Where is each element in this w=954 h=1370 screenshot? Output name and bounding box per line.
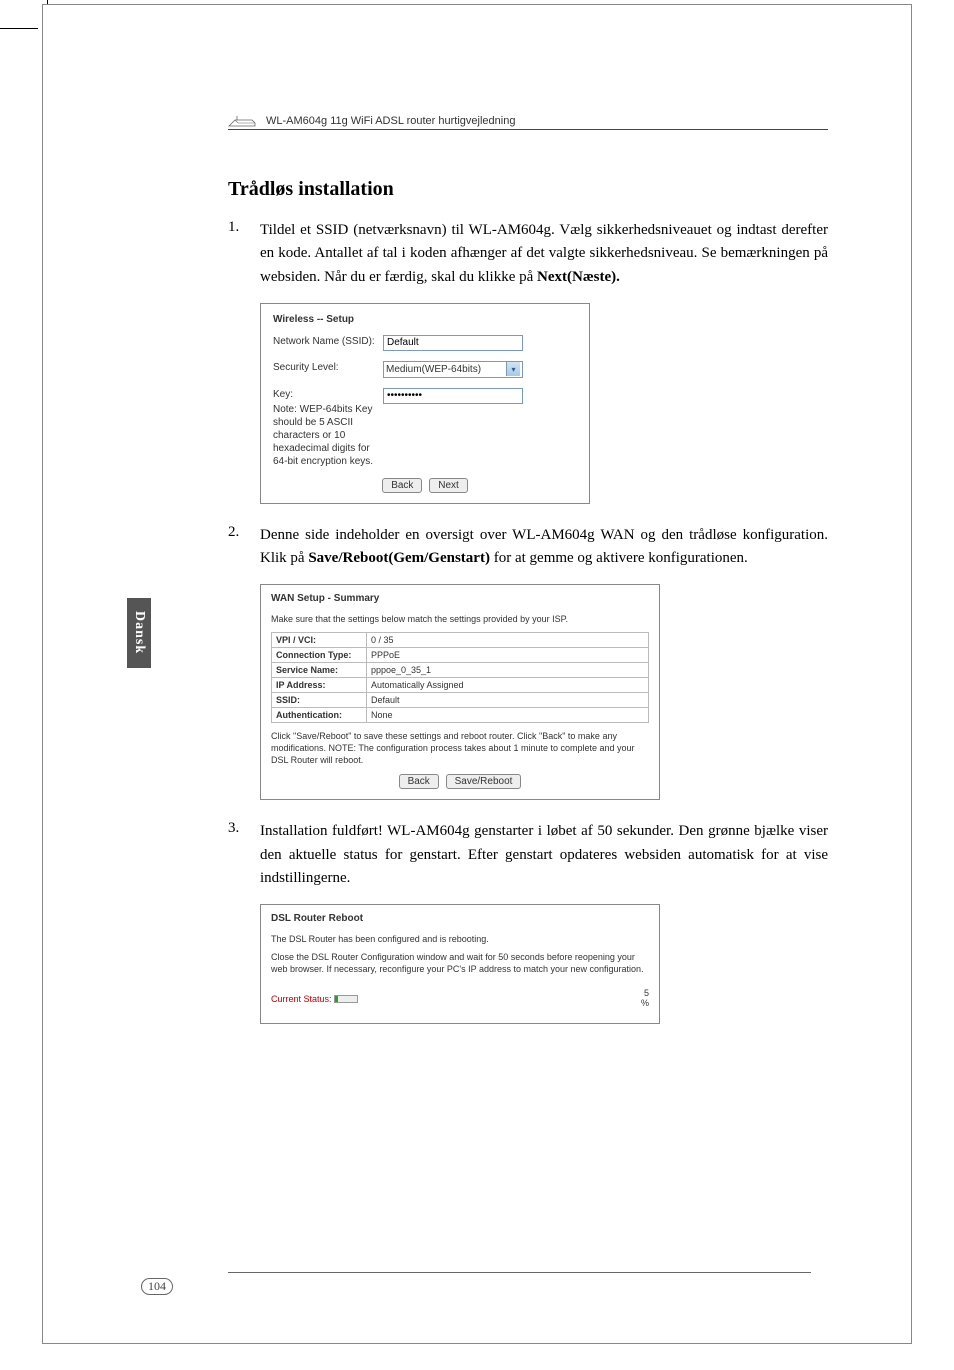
- cell-val: Default: [367, 693, 649, 708]
- percent-symbol: %: [641, 998, 649, 1008]
- status-percent: 5 %: [641, 989, 649, 1009]
- table-row: Connection Type:PPPoE: [272, 648, 649, 663]
- cell-val: PPPoE: [367, 648, 649, 663]
- step-text-bold: Save/Reboot(Gem/Genstart): [308, 550, 490, 566]
- save-reboot-button[interactable]: Save/Reboot: [446, 774, 522, 789]
- back-button[interactable]: Back: [382, 478, 422, 493]
- step-text: Tildel et SSID (netværksnavn) til WL-AM6…: [260, 219, 828, 289]
- key-note: Note: WEP-64bits Key should be 5 ASCII c…: [273, 403, 383, 468]
- progress-fill: [335, 996, 339, 1002]
- cell-key: SSID:: [272, 693, 367, 708]
- panel-title: DSL Router Reboot: [271, 913, 649, 924]
- step-text-tail: for at gemme og aktivere konfigurationen…: [490, 550, 748, 566]
- reboot-panel: DSL Router Reboot The DSL Router has bee…: [260, 904, 660, 1024]
- step-3: 3. Installation fuldført! WL-AM604g gens…: [228, 820, 828, 890]
- footer-rule: [228, 1272, 811, 1273]
- cell-key: Connection Type:: [272, 648, 367, 663]
- ssid-input[interactable]: [383, 335, 523, 351]
- page-header: WL-AM604g 11g WiFi ADSL router hurtigvej…: [228, 115, 828, 130]
- back-button[interactable]: Back: [399, 774, 439, 789]
- key-label: Key: Note: WEP-64bits Key should be 5 AS…: [273, 388, 383, 468]
- cell-val: 0 / 35: [367, 633, 649, 648]
- step-1: 1. Tildel et SSID (netværksnavn) til WL-…: [228, 219, 828, 289]
- summary-table: VPI / VCI:0 / 35 Connection Type:PPPoE S…: [271, 632, 649, 723]
- panel-footnote: Click "Save/Reboot" to save these settin…: [271, 731, 649, 766]
- status-row: Current Status: 5 %: [271, 989, 649, 1009]
- reboot-message: Close the DSL Router Configuration windo…: [271, 952, 649, 975]
- page-content: WL-AM604g 11g WiFi ADSL router hurtigvej…: [228, 115, 828, 1024]
- step-text-body: Installation fuldført! WL-AM604g genstar…: [260, 823, 828, 886]
- cell-key: Authentication:: [272, 708, 367, 723]
- cell-key: VPI / VCI:: [272, 633, 367, 648]
- panel-title: Wireless -- Setup: [273, 314, 577, 325]
- doc-title: WL-AM604g 11g WiFi ADSL router hurtigvej…: [266, 115, 515, 127]
- page-number: 104: [141, 1278, 173, 1295]
- crop-mark: [0, 28, 38, 29]
- page-frame: Dansk WL-AM604g 11g WiFi ADSL router hur…: [42, 4, 912, 1344]
- cell-val: None: [367, 708, 649, 723]
- table-row: VPI / VCI:0 / 35: [272, 633, 649, 648]
- section-title: Trådløs installation: [228, 178, 828, 201]
- panel-subtitle: The DSL Router has been configured and i…: [271, 934, 649, 944]
- step-number: 3.: [228, 820, 260, 890]
- status-label: Current Status:: [271, 994, 332, 1004]
- key-input[interactable]: [383, 388, 523, 404]
- cell-val: Automatically Assigned: [367, 678, 649, 693]
- table-row: Service Name:pppoe_0_35_1: [272, 663, 649, 678]
- table-row: IP Address:Automatically Assigned: [272, 678, 649, 693]
- step-text: Denne side indeholder en oversigt over W…: [260, 524, 828, 571]
- panel-subtitle: Make sure that the settings below match …: [271, 614, 649, 624]
- language-tab: Dansk: [127, 598, 151, 668]
- key-label-text: Key:: [273, 389, 293, 400]
- cell-key: Service Name:: [272, 663, 367, 678]
- step-number: 1.: [228, 219, 260, 289]
- wan-summary-panel: WAN Setup - Summary Make sure that the s…: [260, 584, 660, 800]
- router-icon: [228, 115, 256, 127]
- cell-val: pppoe_0_35_1: [367, 663, 649, 678]
- step-text: Installation fuldført! WL-AM604g genstar…: [260, 820, 828, 890]
- step-text-bold: Next(Næste).: [537, 269, 620, 285]
- chevron-down-icon: ▾: [506, 362, 520, 376]
- table-row: Authentication:None: [272, 708, 649, 723]
- step-number: 2.: [228, 524, 260, 571]
- cell-key: IP Address:: [272, 678, 367, 693]
- table-row: SSID:Default: [272, 693, 649, 708]
- percent-value: 5: [644, 988, 649, 998]
- progress-bar: [334, 995, 358, 1003]
- ssid-label: Network Name (SSID):: [273, 335, 383, 348]
- step-2: 2. Denne side indeholder en oversigt ove…: [228, 524, 828, 571]
- wireless-setup-panel: Wireless -- Setup Network Name (SSID): S…: [260, 303, 590, 504]
- next-button[interactable]: Next: [429, 478, 468, 493]
- security-level-value: Medium(WEP-64bits): [386, 364, 481, 375]
- security-level-select[interactable]: Medium(WEP-64bits) ▾: [383, 361, 523, 378]
- security-level-label: Security Level:: [273, 361, 383, 374]
- panel-title: WAN Setup - Summary: [271, 593, 649, 604]
